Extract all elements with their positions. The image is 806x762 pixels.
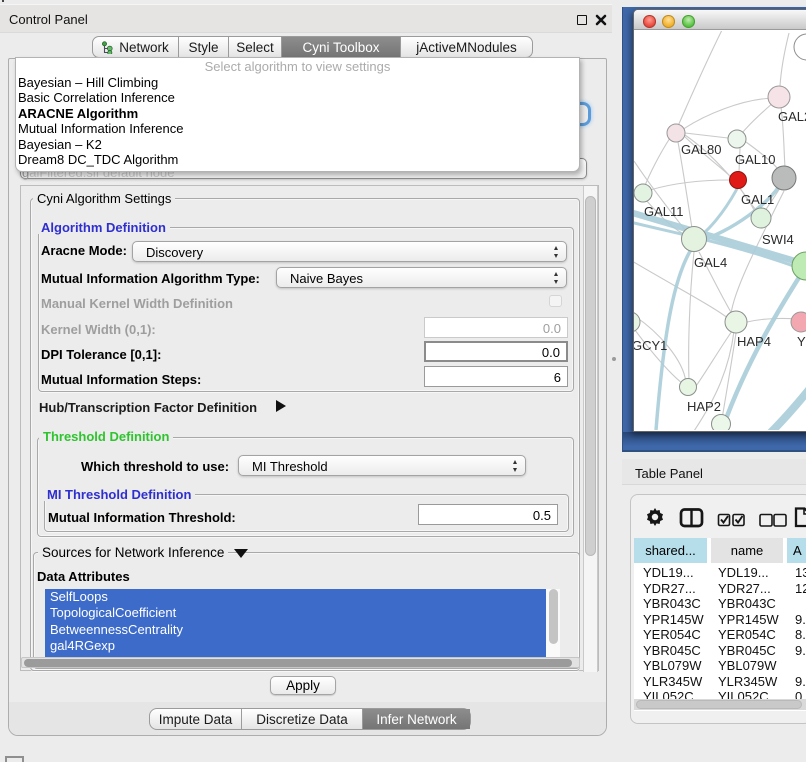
svg-text:SWI4: SWI4 [762, 232, 794, 247]
svg-text:GAL10: GAL10 [735, 152, 775, 167]
svg-text:GAL4: GAL4 [694, 255, 727, 270]
svg-text:GAL80: GAL80 [681, 142, 721, 157]
svg-text:GAL1: GAL1 [741, 192, 774, 207]
svg-text:GAL2: GAL2 [778, 109, 806, 124]
svg-text:HAP4: HAP4 [737, 334, 771, 349]
svg-text:Y: Y [797, 334, 806, 349]
svg-text:HAP2: HAP2 [687, 399, 721, 414]
svg-text:GCY1: GCY1 [634, 338, 667, 353]
svg-text:GAL11: GAL11 [644, 204, 684, 219]
